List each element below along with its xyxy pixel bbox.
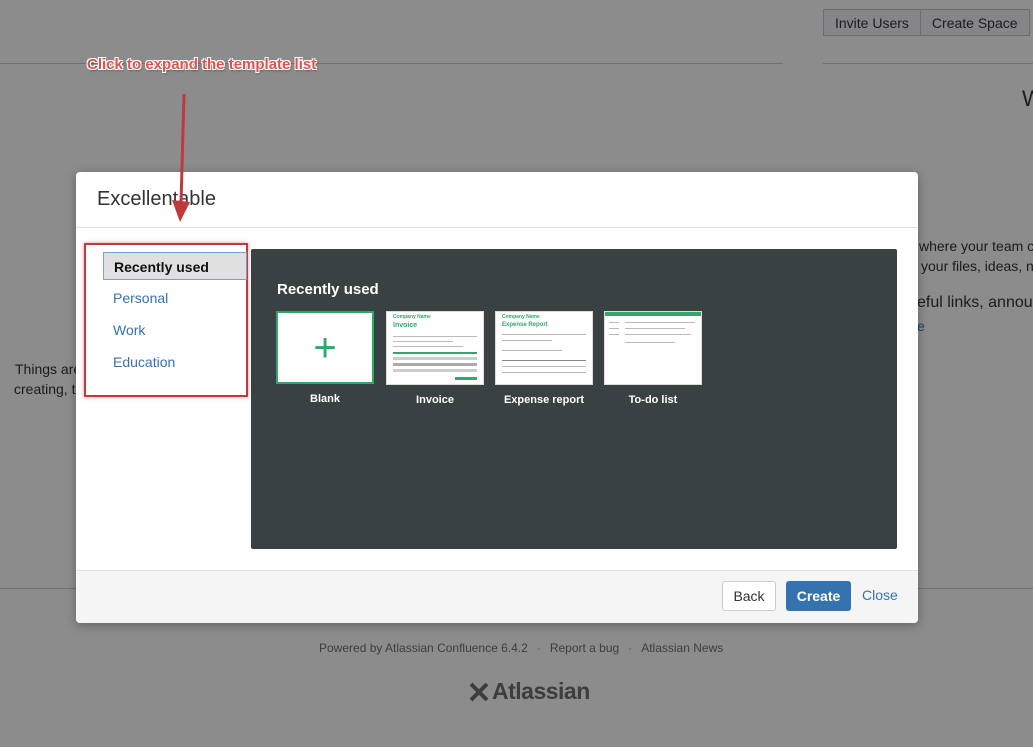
close-link[interactable]: Close <box>862 587 898 603</box>
template-thumbnail[interactable] <box>604 311 702 385</box>
template-blank[interactable]: + Blank <box>276 311 374 405</box>
annotation-arrow-icon <box>172 93 190 222</box>
thumbnail-company-name: Company Name <box>502 314 540 320</box>
gallery-title: Recently used <box>277 281 379 298</box>
template-label: Blank <box>310 393 340 405</box>
thumbnail-title: Invoice <box>393 322 418 329</box>
annotation-callout: Click to expand the template list <box>87 56 317 73</box>
category-work[interactable]: Work <box>103 316 247 344</box>
back-button[interactable]: Back <box>722 581 776 611</box>
template-thumbnail[interactable]: Company Name Expense Report <box>495 311 593 385</box>
template-invoice[interactable]: Company Name Invoice Invoice <box>386 311 484 406</box>
create-button[interactable]: Create <box>786 581 851 611</box>
template-label: Invoice <box>416 394 454 406</box>
template-label: To-do list <box>628 394 678 406</box>
template-todo-list[interactable]: To-do list <box>604 311 702 406</box>
dialog-body: Recently used Personal Work Education Re… <box>76 228 918 570</box>
category-education[interactable]: Education <box>103 348 247 376</box>
plus-icon: + <box>313 325 337 370</box>
dialog-header: Excellentable <box>76 172 918 228</box>
create-excellentable-dialog: Excellentable Recently used Personal Wor… <box>76 172 918 623</box>
thumbnail-title: Expense Report <box>502 322 548 328</box>
template-gallery: Recently used + Blank Company Name Invoi… <box>251 249 897 549</box>
thumbnail-company-name: Company Name <box>393 314 431 320</box>
template-thumbnail[interactable]: + <box>276 311 374 384</box>
template-thumbnail[interactable]: Company Name Invoice <box>386 311 484 385</box>
dialog-footer: Back Create Close <box>76 570 918 623</box>
dialog-title: Excellentable <box>97 188 216 210</box>
template-category-list: Recently used Personal Work Education <box>84 243 248 397</box>
category-personal[interactable]: Personal <box>103 284 247 312</box>
category-recently-used[interactable]: Recently used <box>103 252 247 280</box>
template-expense-report[interactable]: Company Name Expense Report Expense repo… <box>495 311 593 406</box>
template-label: Expense report <box>503 394 585 406</box>
